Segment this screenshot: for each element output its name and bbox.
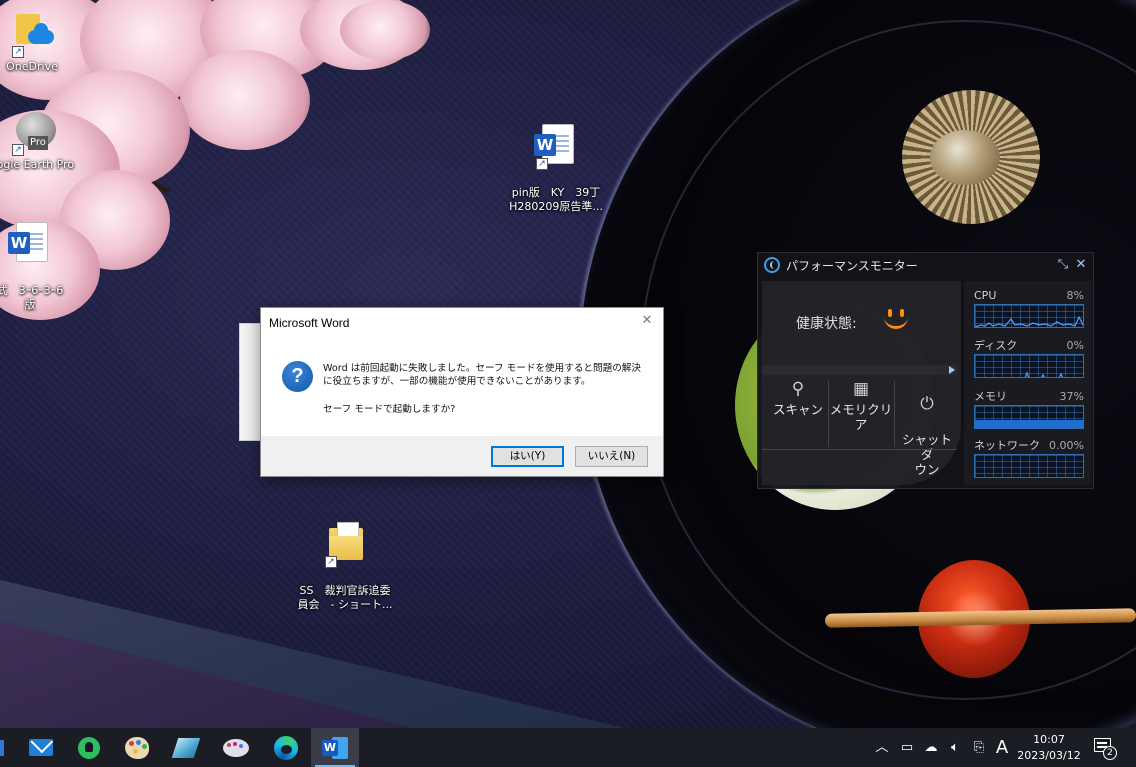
memory-level-fill xyxy=(975,419,1083,428)
taskbar-evernote[interactable] xyxy=(65,728,113,767)
shortcut-arrow-icon: ↗ xyxy=(536,158,548,170)
health-status-label: 健康状態: xyxy=(796,316,857,332)
memory-graph xyxy=(974,405,1084,429)
power-icon: ⏻ xyxy=(920,394,934,414)
notification-center-button[interactable]: 2 xyxy=(1094,738,1117,760)
word-document-icon: W xyxy=(8,220,52,268)
question-icon: ? xyxy=(282,361,313,392)
desktop-icon-label: SS 裁判官訴追委 員会 - ショート... xyxy=(297,584,393,611)
ime-indicator[interactable]: A xyxy=(993,739,1011,757)
smiley-icon xyxy=(882,303,910,337)
word-safe-mode-dialog: Microsoft Word ✕ ? Word は前回起動に失敗しました。セーフ… xyxy=(260,307,664,477)
shortcut-arrow-icon: ↗ xyxy=(12,46,24,58)
blossom xyxy=(180,50,310,150)
onedrive-icon: ↗ xyxy=(10,10,54,58)
metric-cpu: CPU 8% xyxy=(974,289,1084,328)
clock-time: 10:07 xyxy=(1033,733,1065,746)
speaker-icon[interactable]: 🔈︎ xyxy=(946,739,964,757)
taskbar-clock[interactable]: 10:07 2023/03/12 xyxy=(1014,732,1084,764)
perf-metrics-panel: CPU 8% ディスク 0% メモリ 37% ネットワーク 0.00% xyxy=(964,281,1091,485)
folder-icon: ↗ xyxy=(323,520,367,568)
perf-left-panel: 健康状態: ⚲ スキャン ▦ メモリクリア ⏻ シャットダ ウン xyxy=(762,281,961,485)
taskbar-paint[interactable] xyxy=(212,728,260,767)
word-icon: W xyxy=(322,736,348,759)
close-icon[interactable]: ✕ xyxy=(639,313,655,329)
dialog-message: Word は前回起動に失敗しました。セーフ モードを使用すると問題の解決に役立ち… xyxy=(323,363,641,387)
word-document-icon: W ↗ xyxy=(534,122,578,170)
desktop-icon-label: oogle Earth Pro xyxy=(0,158,75,171)
yes-button[interactable]: はい(Y) xyxy=(491,446,564,467)
performance-monitor-widget: パフォーマンスモニター ⤡ ✕ 健康状態: ⚲ スキャン ▦ メモリクリア ⏻ … xyxy=(757,252,1094,489)
divider xyxy=(894,381,895,447)
notification-count: 2 xyxy=(1103,746,1117,760)
perf-logo-icon xyxy=(764,257,780,273)
memory-clear-button[interactable]: ▦ メモリクリア xyxy=(828,379,894,441)
battery-icon[interactable]: ▭ xyxy=(898,739,916,757)
power-status-icon[interactable]: ⎘ xyxy=(970,739,988,757)
perf-expand-arrow[interactable] xyxy=(762,365,957,375)
divider xyxy=(762,449,957,450)
paint-palette-icon xyxy=(125,736,149,759)
onedrive-cloud-icon[interactable]: ☁ xyxy=(922,739,940,757)
desktop-icon-label: OneDrive xyxy=(6,60,58,73)
cpu-graph xyxy=(974,304,1084,328)
scan-button[interactable]: ⚲ スキャン xyxy=(768,379,828,441)
metric-network: ネットワーク 0.00% xyxy=(974,439,1084,478)
blossom xyxy=(340,0,430,60)
paint-icon xyxy=(223,738,249,757)
evernote-icon xyxy=(78,736,100,759)
shortcut-arrow-icon: ↗ xyxy=(12,144,24,156)
dialog-title: Microsoft Word xyxy=(269,316,350,330)
desktop-icon-label: pin版 KY 39丁 H280209原告準... xyxy=(509,186,603,213)
edge-icon xyxy=(274,735,298,760)
taskbar-word[interactable]: W xyxy=(311,728,359,767)
collapse-icon[interactable]: ⤡ xyxy=(1055,257,1071,273)
metric-disk: ディスク 0% xyxy=(974,339,1084,378)
perf-title: パフォーマンスモニター xyxy=(786,258,918,273)
close-icon[interactable]: ✕ xyxy=(1073,257,1089,273)
google-earth-icon: Pro ↗ xyxy=(10,108,56,156)
desktop-icon-word-doc-2[interactable]: W ↗ pin版 KY 39丁 H280209原告準... xyxy=(508,108,604,228)
perf-title-bar[interactable]: パフォーマンスモニター xyxy=(758,253,1093,277)
dialog-question: セーフ モードで起動しますか? xyxy=(323,404,456,415)
network-graph xyxy=(974,454,1084,478)
start-edge-indicator[interactable] xyxy=(0,740,4,756)
no-button[interactable]: いいえ(N) xyxy=(575,446,648,467)
desktop-icon-label: 式 3ｰ6ｰ3ｰ6 版 xyxy=(0,284,64,311)
taskbar-glass-app[interactable] xyxy=(162,728,210,767)
desktop-icon-folder-shortcut[interactable]: ↗ SS 裁判官訴追委 員会 - ショート... xyxy=(297,506,393,626)
desktop-icon-google-earth-pro[interactable]: Pro ↗ oogle Earth Pro xyxy=(0,108,80,172)
taskbar-mail[interactable] xyxy=(17,728,65,767)
shutdown-button[interactable]: ⏻ シャットダ ウン xyxy=(896,379,958,477)
shortcut-arrow-icon: ↗ xyxy=(325,556,337,568)
glass-app-icon xyxy=(171,737,201,758)
taskbar-edge[interactable] xyxy=(262,728,310,767)
clock-date: 2023/03/12 xyxy=(1017,749,1081,762)
chevron-up-icon[interactable]: ︿ xyxy=(873,739,891,757)
memory-icon: ▦ xyxy=(852,379,870,399)
taskbar: W ︿ ▭ ☁ 🔈︎ ⎘ A 10:07 2023/03/12 2 xyxy=(0,728,1136,767)
mail-icon xyxy=(29,739,53,756)
metric-memory: メモリ 37% xyxy=(974,390,1084,429)
disk-graph xyxy=(974,354,1084,378)
wallpaper-mushroom xyxy=(902,90,1040,224)
desktop-icon-onedrive[interactable]: ↗ OneDrive xyxy=(0,10,80,74)
search-icon: ⚲ xyxy=(791,379,805,399)
desktop-icon-word-doc-1[interactable]: W 式 3ｰ6ｰ3ｰ6 版 xyxy=(0,206,78,326)
taskbar-paint-palette[interactable] xyxy=(113,728,161,767)
